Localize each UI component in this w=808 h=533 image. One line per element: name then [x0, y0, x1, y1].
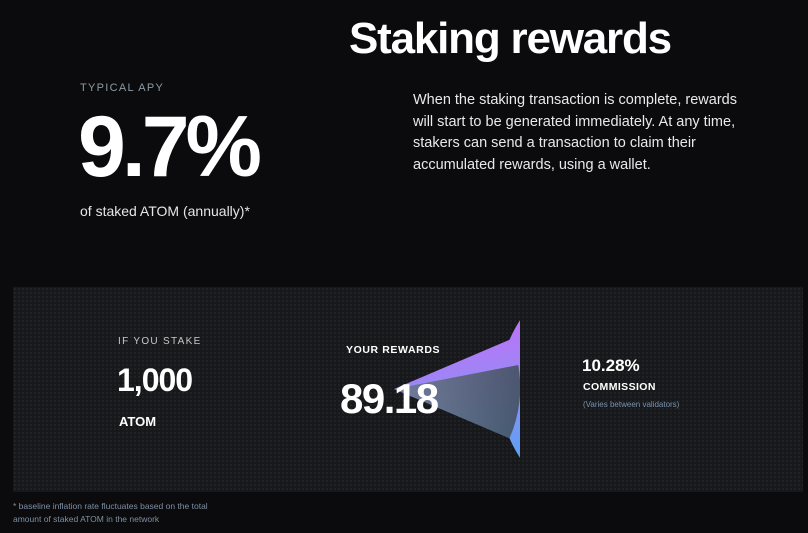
- rewards-value: 89.18: [340, 375, 439, 422]
- stake-unit: ATOM: [119, 414, 157, 429]
- page-title: Staking rewards: [349, 14, 672, 63]
- apy-sublabel: of staked ATOM (annually)*: [80, 203, 250, 219]
- apy-label: TYPICAL APY: [80, 82, 165, 94]
- apy-value: 9.7%: [78, 99, 262, 195]
- commission-note: (Varies between validators): [583, 400, 680, 409]
- inflation-footnote: * baseline inflation rate fluctuates bas…: [13, 501, 208, 524]
- rewards-description: When the staking transaction is complete…: [413, 92, 737, 173]
- commission-value: 10.28%: [582, 356, 640, 375]
- stake-amount: 1,000: [117, 362, 193, 398]
- rewards-label: YOUR REWARDS: [346, 344, 441, 356]
- stake-label: IF YOU STAKE: [118, 336, 202, 347]
- commission-label: COMMISSION: [583, 381, 656, 393]
